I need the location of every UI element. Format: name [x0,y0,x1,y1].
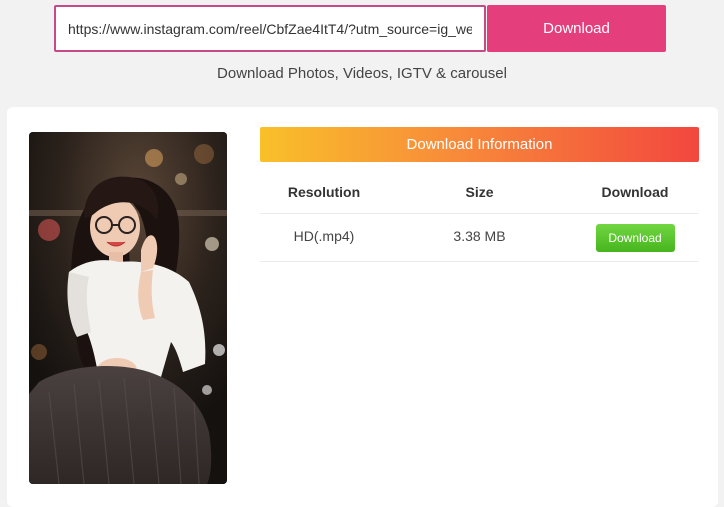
subtitle: Download Photos, Videos, IGTV & carousel [217,65,507,82]
download-table: Resolution Size Download HD(.mp4) 3.38 M… [260,170,699,262]
column-header-download: Download [571,170,699,214]
table-row: HD(.mp4) 3.38 MB Download [260,213,699,262]
table-header-row: Resolution Size Download [260,170,699,214]
video-thumbnail [29,132,227,484]
resolution-cell: HD(.mp4) [260,213,388,262]
row-download-button[interactable]: Download [595,224,675,252]
column-header-size: Size [388,170,571,214]
column-header-resolution: Resolution [260,170,388,214]
download-cell: Download [571,213,699,262]
download-information-header: Download Information [260,127,699,162]
url-input[interactable] [54,5,486,52]
download-button[interactable]: Download [487,5,666,52]
size-cell: 3.38 MB [388,213,571,262]
